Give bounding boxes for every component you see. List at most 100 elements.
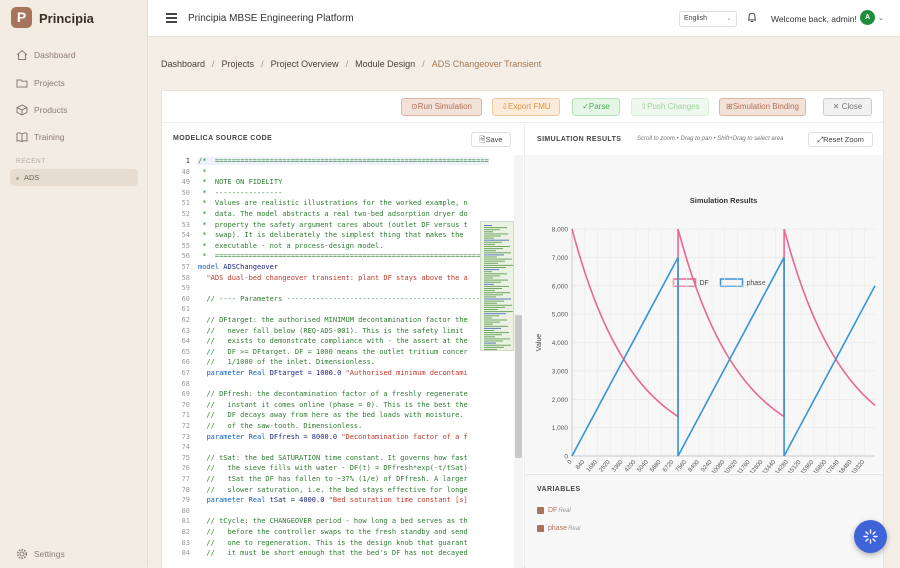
minimap-line [484,300,504,302]
y-tick-label: 4,000 [552,340,569,347]
minimap-line [484,256,497,258]
line-number: 69 [181,390,190,399]
chevron-down-icon[interactable]: ⌄ [878,14,884,22]
editor-title: MODELICA SOURCE CODE [173,135,273,142]
sidebar-item-projects[interactable]: Projects [16,75,65,91]
x-tick-label: 1680 [586,459,600,473]
run-simulation-button[interactable]: ⊙Run Simulation [401,98,482,116]
code-line: // 1/1000 of the inlet. Dimensionless. [198,358,376,367]
variable-phase[interactable]: phase Real [537,525,580,532]
code-editor[interactable]: 1 48 49 50 51 52 53 54 55 56 57 58 59 60 61 62 63 64 65 66 6… [162,155,515,568]
breadcrumb-current: ADS Changeover Transient [431,59,542,69]
push-changes-button[interactable]: ⇧Push Changes [631,98,709,116]
minimap-line [484,277,493,279]
minimap-line [484,336,495,338]
x-tick-label: 8400 [688,459,702,473]
code-line: * NOTE ON FIDELITY [198,178,283,187]
code-line: // DF >= DFtarget. DF = 1000 means the o… [198,347,468,356]
minimap-line [484,313,506,315]
breadcrumb: Dashboard / Projects / Project Overview / M… [161,59,542,69]
line-number: 79 [181,496,190,505]
variable-df[interactable]: DF Real [537,507,571,514]
x-tick-label: 5040 [637,459,651,473]
sidebar-item-products[interactable]: Products [16,102,68,118]
line-number: 48 [181,167,190,176]
bell-icon[interactable] [746,11,758,23]
parse-button[interactable]: ✓Parse [572,98,620,116]
minimap-line [484,235,501,237]
minimap-line [484,239,509,241]
menu-icon[interactable] [166,13,177,23]
top-bar: Principia MBSE Engineering Platform Engl… [148,0,900,37]
simulation-binding-button[interactable]: ⊞Simulation Binding [719,98,806,116]
line-number: 83 [181,538,190,547]
breadcrumb-project-overview[interactable]: Project Overview [271,59,339,69]
breadcrumb-projects[interactable]: Projects [222,59,255,69]
minimap-line [484,260,505,262]
minimap-line [484,323,493,325]
x-tick-label: 2520 [599,459,613,473]
minimap-line [484,309,498,310]
x-tick-label: 3360 [611,459,625,473]
line-number: 62 [181,316,190,324]
line-number: 70 [181,400,190,409]
reset-zoom-button[interactable]: ⤢Reset Zoom [808,132,873,147]
assistant-fab[interactable] [854,520,887,553]
minimap-line [484,338,510,340]
line-number: 77 [181,475,190,483]
checkbox[interactable] [537,525,544,532]
minimap-line [484,275,500,277]
checkbox[interactable] [537,507,544,514]
line-number: 76 [181,464,190,473]
sidebar-item-label: Products [34,105,68,115]
line-number: 56 [181,252,190,261]
breadcrumb-module-design[interactable]: Module Design [355,59,415,69]
line-number: 73 [181,432,190,441]
sidebar: P Principia Dashboard Projects Products … [0,0,148,567]
editor-scrollbar[interactable] [514,155,523,568]
sidebar-item-settings[interactable]: Settings [16,546,65,562]
code-line: * data. The model abstracts a real two-b… [198,210,468,218]
simulation-header: SIMULATION RESULTS Scroll to zoom • Drag… [525,124,883,154]
avatar[interactable]: A [860,10,875,25]
minimap-line [484,248,503,250]
minimap-line [484,344,511,346]
app-title: Principia MBSE Engineering Platform [188,13,354,24]
scrollbar-thumb[interactable] [515,315,522,458]
save-button[interactable]: 🗎Save [471,132,511,147]
sidebar-item-dashboard[interactable]: Dashboard [16,47,76,63]
breadcrumb-dashboard[interactable]: Dashboard [161,59,205,69]
minimap-line [484,231,493,233]
simulation-chart[interactable]: Simulation Results DF phase 0 1,000 2,000 3,00… [525,155,883,553]
minimap-line [484,319,507,321]
code-line: // ---- Parameters ---------------------… [198,294,485,303]
language-value: English [684,15,707,22]
code-minimap[interactable] [480,221,514,351]
close-button[interactable]: ✕ Close [823,98,872,116]
minimap-line [484,317,492,319]
recent-item-ads[interactable]: ADS [10,169,138,186]
book-icon [16,132,28,143]
line-number: 49 [181,178,190,187]
chevron-down-icon: ⌄ [726,15,732,22]
sidebar-item-training[interactable]: Training [16,129,64,145]
minimap-line [484,225,492,226]
line-number: 67 [181,369,190,377]
x-tick-label: 7560 [675,459,689,473]
minimap-line [484,304,512,306]
code-line: "ADS dual-bed changeover transient: plan… [198,273,468,282]
y-tick-label: 3,000 [552,368,569,375]
variables-title: VARIABLES [537,486,581,493]
welcome-text: Welcome back, admin! [771,14,857,24]
export-fmu-button[interactable]: ⇩Export FMU [492,98,560,116]
folder-icon [16,79,28,88]
language-select[interactable]: English ⌄ [679,11,737,27]
code-line: * Values are realistic illustrations for… [198,199,468,208]
minimap-line [484,298,511,300]
chart-title: Simulation Results [690,196,758,205]
save-label: Save [485,135,503,144]
line-number: 75 [181,453,190,462]
code-line: * executable - not a process-design mode… [198,241,384,250]
editor-card: ⊙Run Simulation ⇩Export FMU ✓Parse ⇧Push… [161,90,884,568]
chart-panel[interactable]: Simulation Results DF phase 0 1,000 2,000 3,00… [525,155,883,553]
